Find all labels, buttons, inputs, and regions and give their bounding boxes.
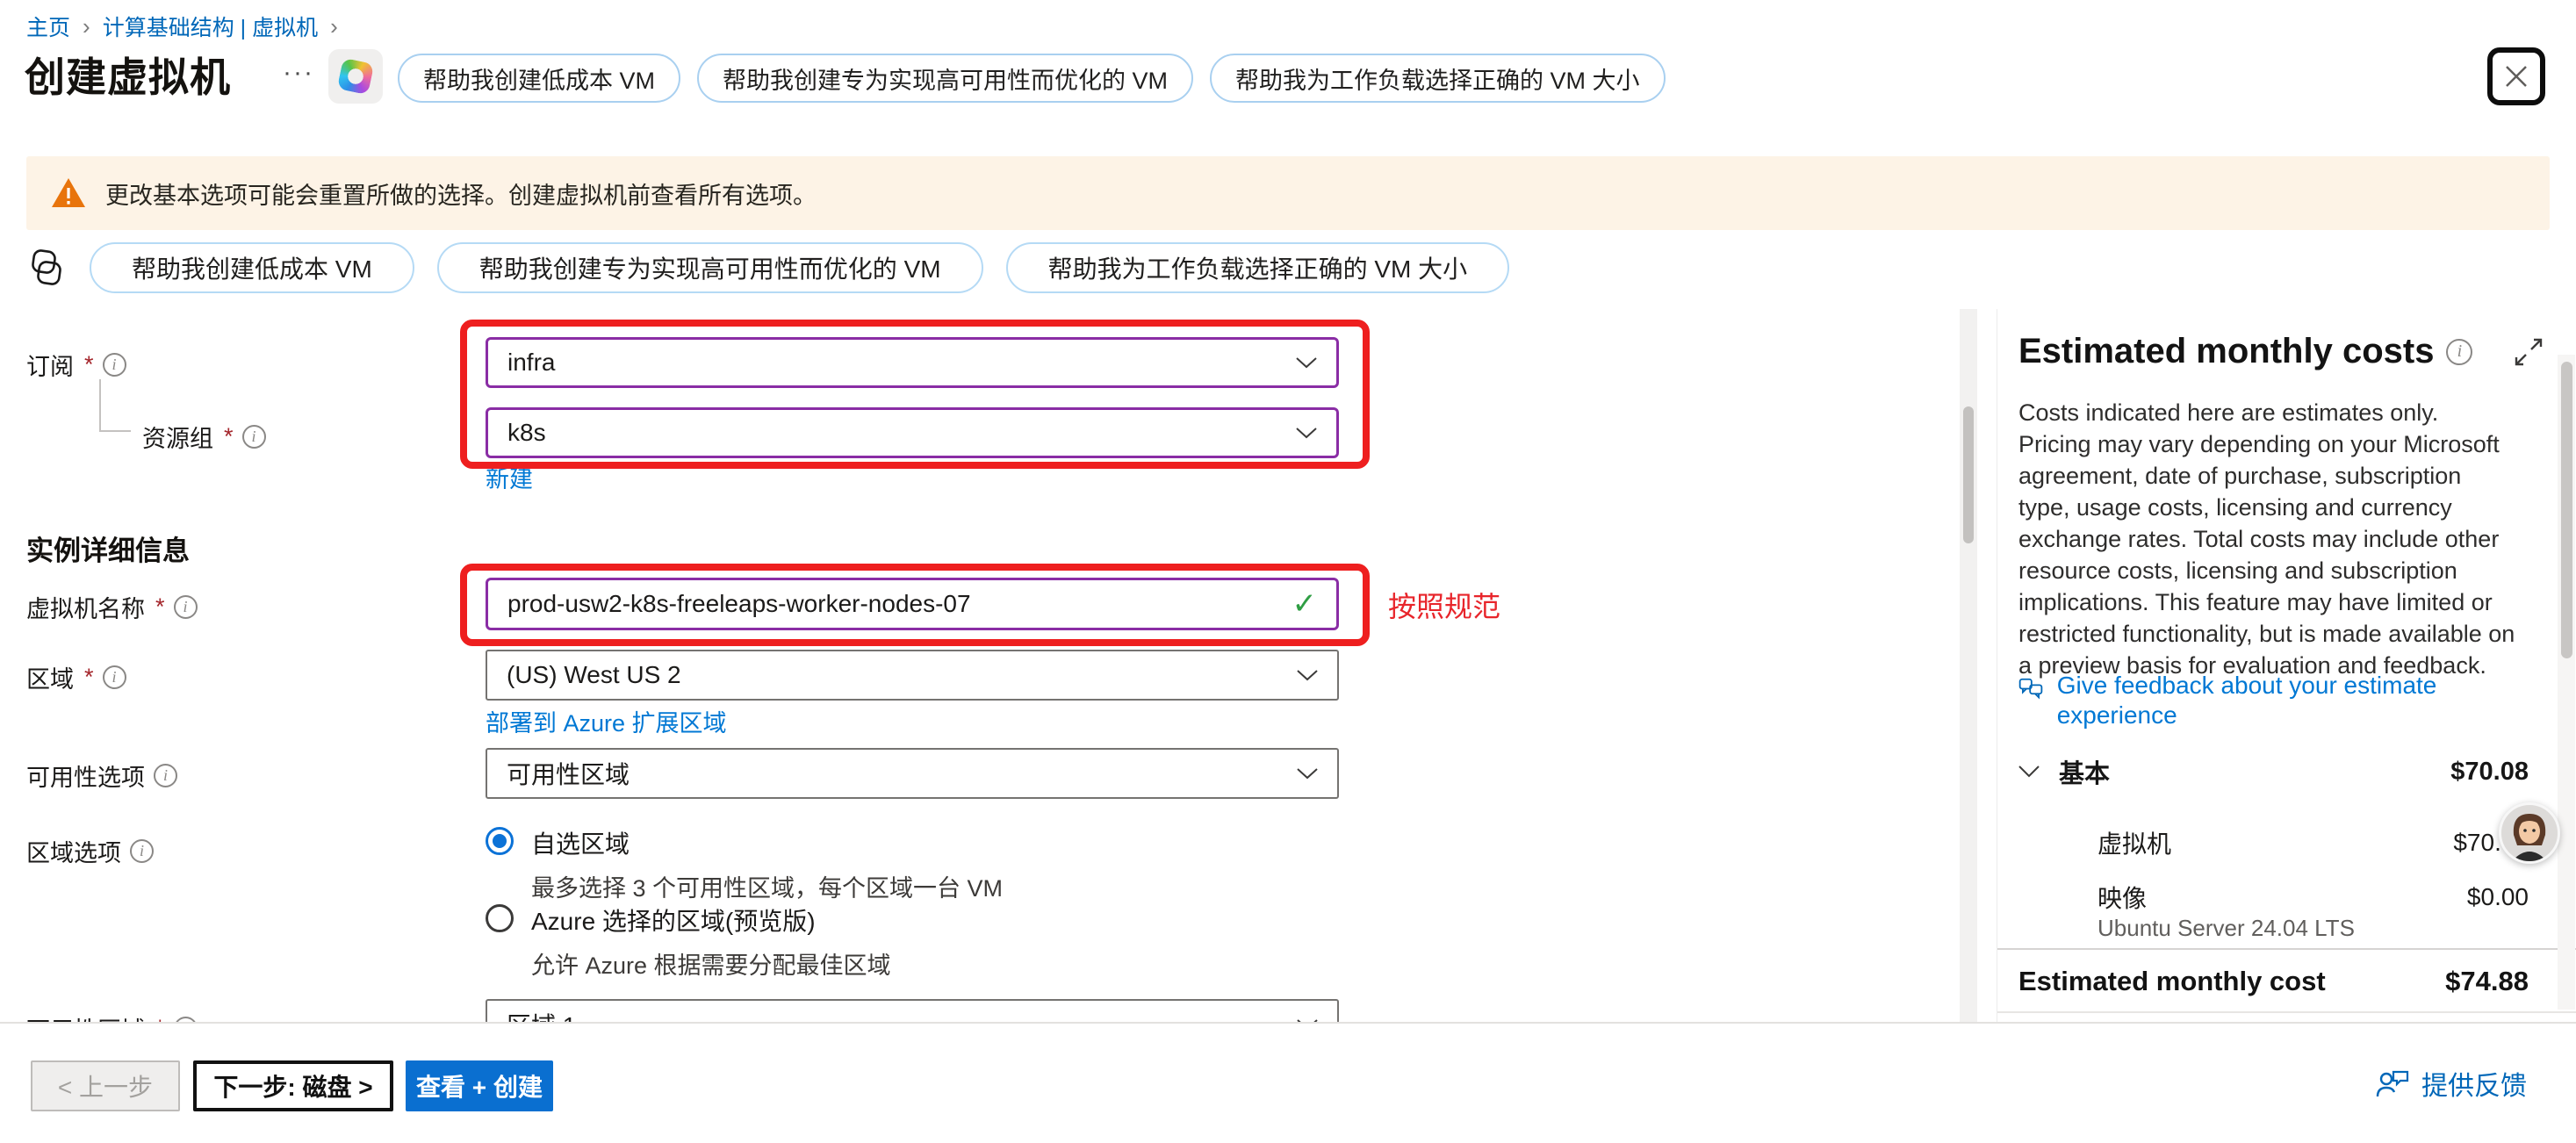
suggestion-high-availability-vm[interactable]: 帮助我创建专为实现高可用性而优化的 VM (437, 242, 983, 293)
info-icon[interactable]: i (103, 353, 126, 377)
valid-check-icon: ✓ (1292, 586, 1318, 622)
availability-options-value: 可用性区域 (507, 756, 630, 791)
chevron-down-icon (1297, 768, 1318, 780)
copilot-outline-icon (26, 248, 67, 288)
copilot-icon (337, 58, 375, 96)
radio-unselected-icon[interactable] (486, 904, 514, 932)
suggestion-high-availability-vm[interactable]: 帮助我创建专为实现高可用性而优化的 VM (697, 54, 1193, 103)
suggestion-low-cost-vm[interactable]: 帮助我创建低成本 VM (90, 242, 414, 293)
chevron-right-icon: › (330, 13, 338, 40)
feedback-person-icon (2376, 1068, 2409, 1098)
vm-name-label: 虚拟机名称* i (26, 590, 198, 624)
breadcrumb-virtual-machines[interactable]: 计算基础结构 | 虚拟机 (103, 11, 318, 42)
create-vm-page: 主页 › 计算基础结构 | 虚拟机 › 创建虚拟机 ··· 帮助我创建低成本 V… (0, 0, 2576, 1143)
deploy-edge-zone-link[interactable]: 部署到 Azure 扩展区域 (486, 704, 727, 738)
copilot-suggestions-header: 帮助我创建低成本 VM 帮助我创建专为实现高可用性而优化的 VM 帮助我为工作负… (398, 54, 1666, 103)
close-icon (2503, 63, 2529, 90)
previous-button[interactable]: < 上一步 (31, 1060, 180, 1111)
radio-selected-icon[interactable] (486, 827, 514, 855)
costs-panel-title: Estimated monthly costs (2018, 332, 2434, 371)
subscription-label: 订阅* i (26, 348, 126, 382)
more-options-icon[interactable]: ··· (283, 58, 314, 88)
zone-options-label: 区域选项 i (26, 834, 154, 868)
close-button[interactable] (2487, 47, 2545, 105)
region-label: 区域* i (26, 660, 126, 694)
resource-group-dropdown[interactable]: k8s (486, 407, 1339, 458)
zone-option-self-select[interactable]: 自选区域 最多选择 3 个可用性区域，每个区域一台 VM (486, 825, 1003, 903)
review-create-button[interactable]: 查看 + 创建 (406, 1060, 553, 1111)
vm-name-value: prod-usw2-k8s-freeleaps-worker-nodes-07 (507, 590, 971, 618)
radio-label: 自选区域 (531, 825, 1003, 860)
main-scrollbar-thumb[interactable] (1963, 406, 1974, 543)
panel-scrollbar-thumb[interactable] (2561, 362, 2572, 658)
instance-details-header: 实例详细信息 (26, 528, 190, 568)
suggestion-right-vm-size[interactable]: 帮助我为工作负载选择正确的 VM 大小 (1006, 242, 1510, 293)
estimated-monthly-cost-row: Estimated monthly cost $74.88 (2018, 966, 2529, 997)
estimate-feedback-link[interactable]: Give feedback about your estimate experi… (2018, 671, 2475, 730)
footer-bar: < 上一步 下一步: 磁盘 > 查看 + 创建 提供反馈 (0, 1022, 2576, 1143)
region-value: (US) West US 2 (507, 661, 681, 689)
breadcrumb-home[interactable]: 主页 (26, 11, 70, 42)
resource-group-label: 资源组* i (142, 420, 266, 454)
assistant-avatar[interactable] (2499, 802, 2560, 864)
resource-group-value: k8s (507, 419, 546, 447)
availability-options-label: 可用性选项 i (26, 758, 177, 793)
subscription-value: infra (507, 349, 555, 377)
give-feedback-link[interactable]: 提供反馈 (2376, 1064, 2527, 1103)
breadcrumb: 主页 › 计算基础结构 | 虚拟机 › (26, 11, 338, 42)
subscription-dropdown[interactable]: infra (486, 337, 1339, 388)
radio-desc: 最多选择 3 个可用性区域，每个区域一台 VM (531, 869, 1003, 903)
suggestion-low-cost-vm[interactable]: 帮助我创建低成本 VM (398, 54, 680, 103)
feedback-bubbles-icon (2018, 671, 2045, 702)
required-asterisk: * (155, 593, 165, 621)
cost-item-vm: 虚拟机 $70.08 (2097, 825, 2529, 860)
feedback-label: 提供反馈 (2421, 1064, 2527, 1103)
required-asterisk: * (224, 423, 234, 450)
chevron-down-icon (2018, 766, 2040, 778)
estimated-costs-panel: Estimated monthly costs i Costs indicate… (1997, 309, 2576, 1022)
suggestion-right-vm-size[interactable]: 帮助我为工作负载选择正确的 VM 大小 (1210, 54, 1666, 103)
availability-options-dropdown[interactable]: 可用性区域 (486, 748, 1339, 799)
info-icon[interactable]: i (2446, 339, 2472, 365)
required-asterisk: * (84, 664, 94, 691)
chevron-down-icon (1296, 428, 1317, 439)
info-icon[interactable]: i (103, 665, 126, 689)
cost-item-image-sub: Ubuntu Server 24.04 LTS (2097, 915, 2355, 942)
collapse-icon[interactable] (2514, 337, 2544, 367)
info-icon[interactable]: i (174, 595, 198, 619)
tree-connector (99, 430, 131, 432)
page-title: 创建虚拟机 (25, 46, 231, 104)
vm-name-input[interactable]: prod-usw2-k8s-freeleaps-worker-nodes-07 … (486, 578, 1339, 630)
copilot-button[interactable] (328, 49, 383, 104)
info-icon[interactable]: i (154, 764, 177, 787)
next-disks-button[interactable]: 下一步: 磁盘 > (193, 1060, 393, 1111)
chevron-down-icon (1296, 357, 1317, 369)
radio-label: Azure 选择的区域(预览版) (531, 902, 891, 938)
warning-text: 更改基本选项可能会重置所做的选择。创建虚拟机前查看所有选项。 (105, 176, 817, 211)
create-new-link[interactable]: 新建 (486, 460, 533, 494)
zone-option-azure-selected[interactable]: Azure 选择的区域(预览版) 允许 Azure 根据需要分配最佳区域 (486, 902, 891, 981)
region-dropdown[interactable]: (US) West US 2 (486, 650, 1339, 701)
chevron-right-icon: › (83, 13, 90, 40)
cost-item-image: 映像 $0.00 (2097, 880, 2529, 915)
cost-group-basic[interactable]: 基本 $70.08 (2018, 753, 2529, 790)
warning-banner: 更改基本选项可能会重置所做的选择。创建虚拟机前查看所有选项。 (26, 156, 2550, 230)
chevron-down-icon (1297, 670, 1318, 681)
copilot-suggestions-row: 帮助我创建低成本 VM 帮助我创建专为实现高可用性而优化的 VM 帮助我为工作负… (26, 242, 1509, 293)
avatar-image (2501, 805, 2558, 861)
warning-icon (51, 177, 86, 209)
radio-desc: 允许 Azure 根据需要分配最佳区域 (531, 946, 891, 981)
annotation-text: 按照规范 (1388, 585, 1500, 625)
required-asterisk: * (84, 351, 94, 378)
tree-connector (99, 379, 101, 432)
info-icon[interactable]: i (130, 839, 154, 863)
info-icon[interactable]: i (242, 425, 266, 449)
costs-disclaimer: Costs indicated here are estimates only.… (2018, 397, 2515, 681)
